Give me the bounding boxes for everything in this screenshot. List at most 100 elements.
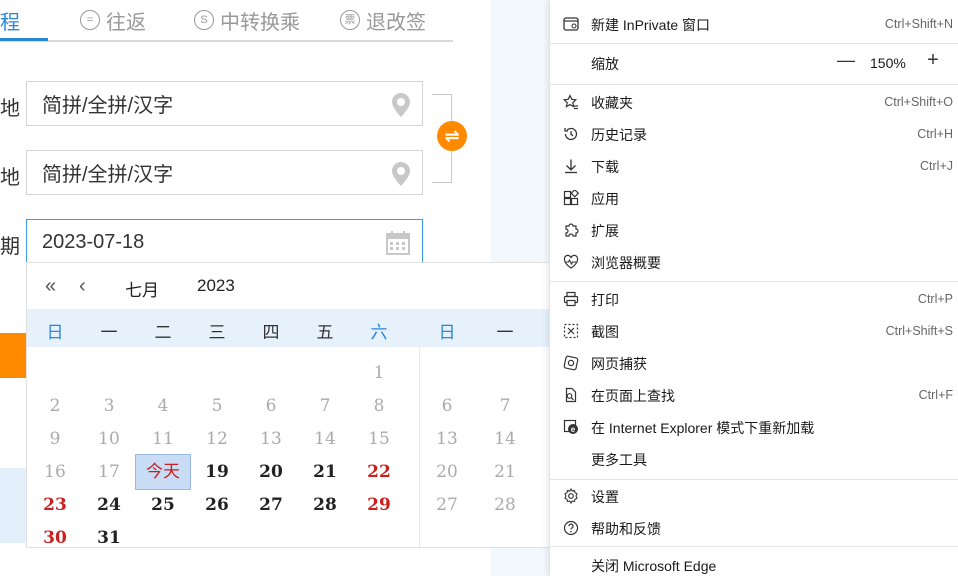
calendar-day[interactable]: 27 (251, 495, 291, 515)
calendar-day[interactable]: 22 (359, 462, 399, 482)
menu-item-screenshot[interactable]: 截图 Ctrl+Shift+S (550, 316, 958, 346)
menu-item-more-tools[interactable]: 更多工具 (550, 444, 958, 474)
calendar-day[interactable]: 28 (305, 495, 345, 515)
background-panel-edge (0, 468, 26, 543)
menu-item-history[interactable]: 历史记录 Ctrl+H (550, 119, 958, 149)
calendar-day-next-month[interactable]: 28 (485, 495, 525, 515)
calendar-day[interactable]: 29 (359, 495, 399, 515)
favorites-label: 收藏夹 (591, 95, 633, 111)
menu-item-downloads[interactable]: 下载 Ctrl+J (550, 151, 958, 181)
calendar-day[interactable]: 17 (89, 462, 129, 482)
menu-separator (550, 479, 958, 480)
weekday-label: 四 (262, 323, 280, 342)
web-capture-icon (562, 354, 580, 372)
zoom-label: 缩放 (591, 56, 619, 72)
browser-settings-menu: 新建 InPrivate 窗口 Ctrl+Shift+N 缩放 — 150% +… (549, 0, 958, 576)
calendar-day-next-month[interactable]: 13 (427, 429, 467, 449)
menu-item-close-edge[interactable]: 关闭 Microsoft Edge (550, 550, 958, 576)
menu-separator (550, 84, 958, 85)
menu-item-browser-essentials[interactable]: 浏览器概要 (550, 247, 958, 277)
calendar-day[interactable]: 31 (89, 528, 129, 548)
calendar-day[interactable]: 21 (305, 462, 345, 482)
calendar-day[interactable]: 13 (251, 429, 291, 449)
apps-label: 应用 (591, 191, 619, 207)
print-label: 打印 (591, 292, 619, 308)
calendar-day[interactable]: 9 (35, 429, 75, 449)
calendar-day[interactable]: 26 (197, 495, 237, 515)
calendar-day[interactable]: 25 (143, 495, 183, 515)
from-station-input[interactable]: 简拼/全拼/汉字 (26, 81, 423, 126)
menu-item-find-on-page[interactable]: 在页面上查找 Ctrl+F (550, 380, 958, 410)
calendar-day[interactable]: 5 (197, 396, 237, 416)
printer-icon (562, 290, 580, 308)
history-clock-icon (562, 125, 580, 143)
date-label: 期 (0, 236, 20, 258)
calendar-day[interactable]: 7 (305, 396, 345, 416)
calendar-day[interactable]: 15 (359, 429, 399, 449)
ie-mode-label: 在 Internet Explorer 模式下重新加载 (591, 420, 815, 436)
gear-icon (562, 487, 580, 505)
calendar-day[interactable]: 30 (35, 528, 75, 548)
calendar-day[interactable]: 19 (197, 462, 237, 482)
prev-month-button[interactable]: ‹ (79, 275, 86, 298)
zoom-in-button[interactable]: + (924, 49, 942, 71)
download-arrow-icon (562, 157, 580, 175)
screenshot-label: 截图 (591, 324, 619, 340)
tab-refund[interactable]: 票 退改签 (340, 0, 426, 40)
calendar-day[interactable]: 24 (89, 495, 129, 515)
close-edge-label: 关闭 Microsoft Edge (591, 558, 717, 574)
ticket-circle-icon: 票 (340, 10, 360, 30)
calendar-month: 七月 (125, 281, 159, 300)
calendar-day[interactable]: 3 (89, 396, 129, 416)
calendar-day[interactable]: 16 (35, 462, 75, 482)
calendar-day[interactable]: 8 (359, 396, 399, 416)
calendar-day[interactable]: 11 (143, 429, 183, 449)
tab-round-trip[interactable]: = 往返 (80, 0, 146, 40)
calendar-day[interactable]: 6 (251, 396, 291, 416)
tab-single-trip[interactable]: 程 (0, 0, 48, 40)
tab-transfer[interactable]: S 中转换乘 (194, 0, 300, 40)
calendar-day[interactable]: 2 (35, 396, 75, 416)
calendar-day[interactable]: 10 (89, 429, 129, 449)
calendar-day[interactable]: 1 (359, 363, 399, 383)
calendar-day-next-month[interactable]: 27 (427, 495, 467, 515)
inprivate-window-icon (562, 15, 580, 33)
menu-item-ie-mode[interactable]: e 在 Internet Explorer 模式下重新加载 (550, 412, 958, 442)
prev-year-button[interactable]: « (45, 275, 56, 298)
menu-item-apps[interactable]: 应用 (550, 183, 958, 213)
menu-item-settings[interactable]: 设置 (550, 481, 958, 511)
calendar-day[interactable]: 20 (251, 462, 291, 482)
menu-item-print[interactable]: 打印 Ctrl+P (550, 284, 958, 314)
calendar-day-next-month[interactable]: 20 (427, 462, 467, 482)
calendar-day-next-month[interactable]: 6 (427, 396, 467, 416)
favorites-shortcut: Ctrl+Shift+O (884, 95, 953, 109)
search-button-edge[interactable] (0, 333, 26, 378)
date-input[interactable]: 2023-07-18 (26, 219, 423, 264)
weekday-label: 六 (370, 323, 388, 342)
calendar-day[interactable]: 12 (197, 429, 237, 449)
calendar-icon[interactable] (386, 231, 410, 261)
to-station-placeholder: 简拼/全拼/汉字 (42, 164, 174, 186)
find-on-page-icon (562, 386, 580, 404)
calendar-day[interactable]: 4 (143, 396, 183, 416)
transfer-circle-icon: S (194, 10, 214, 30)
calendar-day-next-month[interactable]: 14 (485, 429, 525, 449)
calendar-day-next-month[interactable]: 7 (485, 396, 525, 416)
calendar-day-next-month[interactable]: 21 (485, 462, 525, 482)
calendar-day-today[interactable]: 今天 (135, 454, 191, 490)
screenshot-icon (562, 322, 580, 340)
menu-item-extensions[interactable]: 扩展 (550, 215, 958, 245)
menu-item-favorites[interactable]: 收藏夹 Ctrl+Shift+O (550, 87, 958, 117)
weekday-label: 五 (316, 323, 334, 342)
menu-item-help-feedback[interactable]: 帮助和反馈 (550, 513, 958, 543)
menu-item-web-capture[interactable]: 网页捕获 (550, 348, 958, 378)
swap-stations-button[interactable]: ⇌ (437, 121, 467, 151)
zoom-out-button[interactable]: — (837, 50, 855, 70)
menu-item-inprivate[interactable]: 新建 InPrivate 窗口 Ctrl+Shift+N (550, 9, 958, 39)
menu-separator (550, 43, 958, 44)
to-station-input[interactable]: 简拼/全拼/汉字 (26, 150, 423, 195)
weekday-label-next-month: 一 (496, 323, 514, 342)
calendar-day[interactable]: 14 (305, 429, 345, 449)
weekday-header: 日一二三四五六日一 (27, 309, 549, 347)
calendar-day[interactable]: 23 (35, 495, 75, 515)
